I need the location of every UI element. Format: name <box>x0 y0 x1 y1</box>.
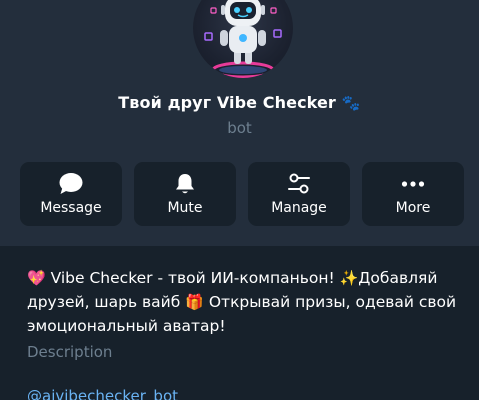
bell-icon <box>134 172 236 196</box>
bot-avatar[interactable] <box>193 0 293 78</box>
manage-button-label: Manage <box>271 200 327 216</box>
robot-avatar-image <box>204 0 282 78</box>
chat-bubble-icon <box>20 172 122 196</box>
bot-username-link[interactable]: @aivibechecker_bot <box>27 387 178 400</box>
description-caption: Description <box>27 343 113 361</box>
profile-type-label: bot <box>227 119 252 137</box>
more-dots-icon <box>362 172 464 196</box>
profile-name-row: Твой друг Vibe Checker 🐾 <box>0 93 479 112</box>
manage-button[interactable]: Manage <box>248 162 350 226</box>
message-button-label: Message <box>40 200 102 216</box>
sliders-icon <box>248 172 350 196</box>
message-button[interactable]: Message <box>20 162 122 226</box>
bot-profile-page: Твой друг Vibe Checker 🐾 bot Message Mute <box>0 0 479 400</box>
gift-emoji: 🎁 <box>185 293 204 311</box>
heart-emoji: 💖 <box>27 269 46 287</box>
mute-button[interactable]: Mute <box>134 162 236 226</box>
description-text-part-1: Vibe Checker - твой ИИ-компаньон! <box>45 269 340 287</box>
sparkles-emoji: ✨ <box>339 269 359 287</box>
mute-button-label: Mute <box>167 200 203 216</box>
more-button[interactable]: More <box>362 162 464 226</box>
bot-description: 💖 Vibe Checker - твой ИИ-компаньон! ✨Доб… <box>27 266 457 338</box>
profile-name: Твой друг Vibe Checker <box>118 93 336 112</box>
paw-emoji: 🐾 <box>341 94 361 112</box>
profile-header: Твой друг Vibe Checker 🐾 bot Message Mute <box>0 0 479 246</box>
more-button-label: More <box>395 200 431 216</box>
